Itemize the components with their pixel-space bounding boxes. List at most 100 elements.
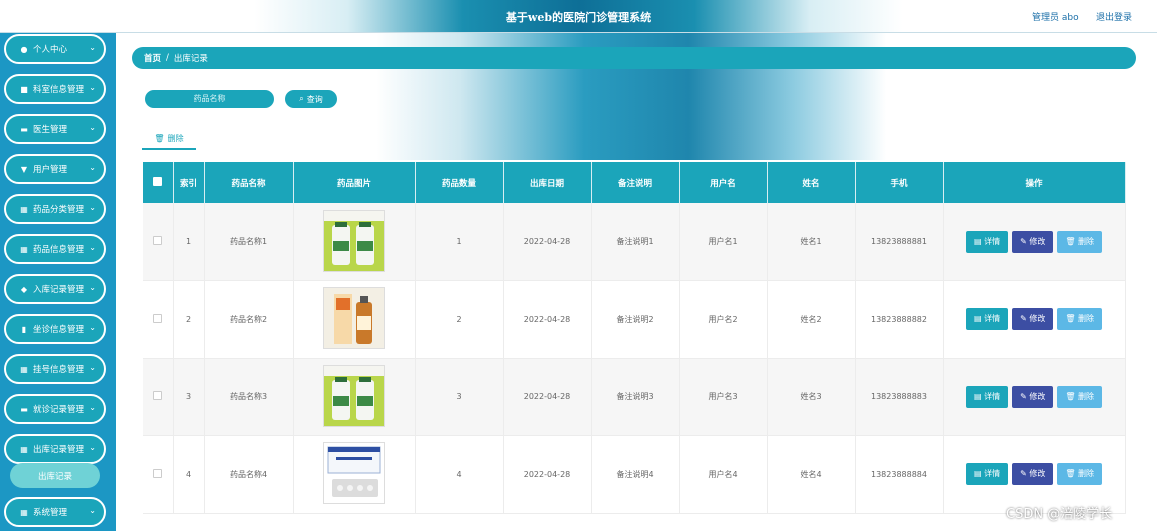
batch-delete-button[interactable]: 🗑 删除 bbox=[142, 128, 196, 150]
detail-button[interactable]: ▤ 详情 bbox=[965, 230, 1009, 253]
cell-phone: 13823888883 bbox=[855, 358, 944, 436]
breadcrumb-home[interactable]: 首页 bbox=[144, 52, 161, 64]
pencil-icon: ✎ bbox=[1020, 391, 1030, 401]
edit-label: 修改 bbox=[1029, 314, 1046, 324]
sidebar-item-profile[interactable]: ● 个人中心 ⌄ bbox=[4, 34, 106, 64]
sidebar-item-consult[interactable]: ▮ 坐诊信息管理 ⌄ bbox=[4, 314, 106, 344]
sidebar-item-doctor[interactable]: ▬ 医生管理 ⌄ bbox=[4, 114, 106, 144]
sidebar-item-label: 就诊记录管理 bbox=[33, 405, 85, 415]
row-checkbox[interactable] bbox=[153, 313, 163, 323]
drug-image[interactable] bbox=[323, 364, 385, 427]
drug-image[interactable] bbox=[323, 442, 385, 505]
chevron-down-icon: ⌄ bbox=[89, 203, 96, 212]
sidebar-item-drug-category[interactable]: ▦ 药品分类管理 ⌄ bbox=[4, 194, 106, 224]
sidebar-item-system[interactable]: ▦ 系统管理 ⌄ bbox=[4, 497, 106, 527]
current-user-label: 管理员 abo bbox=[1032, 13, 1079, 23]
briefcase-icon: ▬ bbox=[20, 124, 28, 134]
cell-note: 备注说明4 bbox=[591, 435, 680, 514]
cell-qty: 4 bbox=[415, 435, 504, 514]
data-table: 索引 药品名称 药品图片 药品数量 出库日期 备注说明 用户名 姓名 手机 操作… bbox=[143, 162, 1126, 514]
edit-label: 修改 bbox=[1029, 469, 1046, 479]
app-title: 基于web的医院门诊管理系统 bbox=[505, 11, 652, 24]
cell-index: 4 bbox=[173, 435, 205, 514]
edit-button[interactable]: ✎ 修改 bbox=[1012, 463, 1054, 486]
cell-note: 备注说明3 bbox=[591, 358, 680, 436]
chevron-down-icon: ⌄ bbox=[89, 323, 96, 332]
sidebar-item-registration[interactable]: ▦ 挂号信息管理 ⌄ bbox=[4, 354, 106, 384]
doc-icon: ▤ bbox=[973, 469, 985, 479]
detail-button[interactable]: ▤ 详情 bbox=[965, 385, 1009, 408]
chevron-down-icon: ⌄ bbox=[89, 363, 96, 372]
watermark: CSDN @涪陵学长 bbox=[1006, 507, 1113, 522]
table-header-row: 索引 药品名称 药品图片 药品数量 出库日期 备注说明 用户名 姓名 手机 操作 bbox=[143, 162, 1126, 203]
column-header: 用户名 bbox=[679, 162, 768, 203]
doc-icon: ▤ bbox=[973, 391, 985, 401]
logout-link[interactable]: 退出登录 bbox=[1096, 10, 1132, 23]
chevron-down-icon: ⌄ bbox=[89, 506, 96, 515]
cell-index: 3 bbox=[173, 358, 205, 436]
detail-label: 详情 bbox=[984, 391, 1001, 401]
sidebar-item-visit-record[interactable]: ▬ 就诊记录管理 ⌄ bbox=[4, 394, 106, 424]
cell-actions: ▤ 详情 ✎ 修改 🗑 删除 bbox=[943, 280, 1126, 359]
sidebar-item-label: 医生管理 bbox=[33, 125, 68, 135]
table-row: 4 药品名称4 4 2022-04-28 备注说明4 用户名4 姓名4 1382… bbox=[143, 435, 1126, 514]
drug-image[interactable] bbox=[323, 209, 385, 272]
chevron-down-icon: ⌄ bbox=[89, 283, 96, 292]
grid-icon: ▦ bbox=[20, 244, 28, 254]
cell-actions: ▤ 详情 ✎ 修改 🗑 删除 bbox=[943, 358, 1126, 436]
sidebar-item-label: 用户管理 bbox=[33, 165, 68, 175]
delete-button[interactable]: 🗑 删除 bbox=[1057, 230, 1103, 253]
sidebar-item-drug-info[interactable]: ▦ 药品信息管理 ⌄ bbox=[4, 234, 106, 264]
grid-icon: ▦ bbox=[20, 204, 28, 214]
sidebar-item-users[interactable]: ▼ 用户管理 ⌄ bbox=[4, 154, 106, 184]
sidebar-item-stock-in[interactable]: ◆ 入库记录管理 ⌄ bbox=[4, 274, 106, 304]
cell-qty: 3 bbox=[415, 358, 504, 436]
sidebar-item-stock-out[interactable]: ▦ 出库记录管理 ⌄ bbox=[4, 434, 106, 464]
row-checkbox[interactable] bbox=[153, 391, 163, 401]
building-icon: ■ bbox=[20, 84, 28, 94]
batch-delete-label: 删除 bbox=[167, 133, 184, 143]
edit-label: 修改 bbox=[1029, 391, 1046, 401]
delete-button[interactable]: 🗑 删除 bbox=[1057, 308, 1103, 331]
column-header: 药品名称 bbox=[204, 162, 294, 203]
drug-image[interactable] bbox=[323, 287, 385, 350]
chevron-down-icon: ⌄ bbox=[89, 443, 96, 452]
search-button[interactable]: ⌕ 查询 bbox=[284, 89, 338, 109]
detail-button[interactable]: ▤ 详情 bbox=[965, 463, 1009, 486]
sidebar-item-label: 出库记录管理 bbox=[33, 445, 85, 455]
sidebar-item-label: 个人中心 bbox=[33, 45, 68, 55]
row-checkbox[interactable] bbox=[153, 468, 163, 478]
edit-button[interactable]: ✎ 修改 bbox=[1012, 385, 1054, 408]
cell-index: 2 bbox=[173, 280, 205, 359]
detail-button[interactable]: ▤ 详情 bbox=[965, 308, 1009, 331]
select-all-checkbox[interactable] bbox=[153, 176, 163, 186]
cell-date: 2022-04-28 bbox=[503, 280, 592, 359]
column-header: 药品图片 bbox=[293, 162, 416, 203]
column-header: 药品数量 bbox=[415, 162, 504, 203]
delete-label: 删除 bbox=[1078, 236, 1095, 246]
table-row: 3 药品名称3 3 2022-04-28 备注说明3 用户名3 姓名3 1382… bbox=[143, 358, 1126, 436]
sidebar-item-label: 坐诊信息管理 bbox=[33, 325, 85, 335]
sidebar-item-department[interactable]: ■ 科室信息管理 ⌄ bbox=[4, 74, 106, 104]
thumb-icon: ◆ bbox=[20, 284, 28, 294]
table-row: 2 药品名称2 2 2022-04-28 备注说明2 用户名2 姓名2 1382… bbox=[143, 280, 1126, 359]
pencil-icon: ✎ bbox=[1020, 314, 1030, 324]
column-header: 手机 bbox=[855, 162, 944, 203]
row-checkbox[interactable] bbox=[153, 236, 163, 245]
sidebar-item-label: 药品分类管理 bbox=[33, 205, 85, 215]
delete-button[interactable]: 🗑 删除 bbox=[1057, 463, 1103, 486]
submenu-stock-out-record[interactable]: 出库记录 bbox=[10, 463, 100, 488]
select-all-cell[interactable] bbox=[143, 162, 174, 203]
cell-phone: 13823888882 bbox=[855, 280, 944, 359]
cell-drug-name: 药品名称4 bbox=[204, 435, 294, 514]
column-header: 操作 bbox=[943, 162, 1126, 203]
delete-button[interactable]: 🗑 删除 bbox=[1057, 385, 1103, 408]
edit-button[interactable]: ✎ 修改 bbox=[1012, 230, 1054, 253]
chevron-down-icon: ⌄ bbox=[89, 123, 96, 132]
edit-button[interactable]: ✎ 修改 bbox=[1012, 308, 1054, 331]
cell-drug-name: 药品名称3 bbox=[204, 358, 294, 436]
cell-date: 2022-04-28 bbox=[503, 358, 592, 436]
delete-label: 删除 bbox=[1078, 391, 1095, 401]
trash-icon: 🗑 bbox=[1065, 314, 1079, 324]
search-input[interactable]: 药品名称 bbox=[144, 89, 275, 109]
